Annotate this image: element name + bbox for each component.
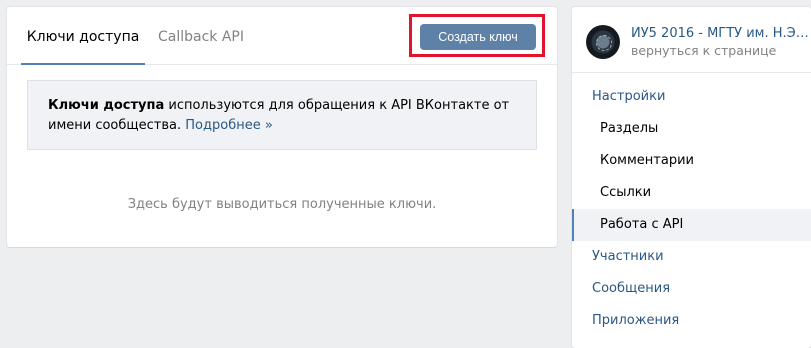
menu-item-members[interactable]: Участники xyxy=(572,241,811,273)
side-panel: ИУ5 2016 - МГТУ им. Н.Э. Баумана вернуть… xyxy=(572,7,811,348)
tab-callback-api[interactable]: Callback API xyxy=(158,7,244,65)
info-box: Ключи доступа используются для обращения… xyxy=(27,80,537,150)
info-bold-text: Ключи доступа xyxy=(48,98,165,113)
avatar[interactable] xyxy=(586,25,620,59)
back-to-page-link[interactable]: вернуться к странице xyxy=(631,43,776,58)
empty-state-text: Здесь будут выводиться полученные ключи. xyxy=(127,197,437,212)
menu-item-comments[interactable]: Комментарии xyxy=(572,145,811,177)
menu-item-links[interactable]: Ссылки xyxy=(572,177,811,209)
menu-item-api[interactable]: Работа с API xyxy=(572,209,811,241)
community-name-link[interactable]: ИУ5 2016 - МГТУ им. Н.Э. Баумана xyxy=(631,26,809,41)
community-header: ИУ5 2016 - МГТУ им. Н.Э. Баумана вернуть… xyxy=(572,7,811,73)
menu-item-apps[interactable]: Приложения xyxy=(572,305,811,337)
create-key-button[interactable]: Создать ключ xyxy=(420,24,536,50)
settings-menu: Настройки Разделы Комментарии Ссылки Раб… xyxy=(572,81,811,337)
menu-item-messages[interactable]: Сообщения xyxy=(572,273,811,305)
main-panel: Ключи доступа Callback API Создать ключ … xyxy=(7,7,557,247)
more-link[interactable]: Подробнее » xyxy=(185,118,273,133)
menu-item-settings[interactable]: Настройки xyxy=(572,81,811,113)
tabs-bar: Ключи доступа Callback API Создать ключ xyxy=(7,7,557,65)
menu-item-sections[interactable]: Разделы xyxy=(572,113,811,145)
tab-access-keys[interactable]: Ключи доступа xyxy=(21,7,145,65)
